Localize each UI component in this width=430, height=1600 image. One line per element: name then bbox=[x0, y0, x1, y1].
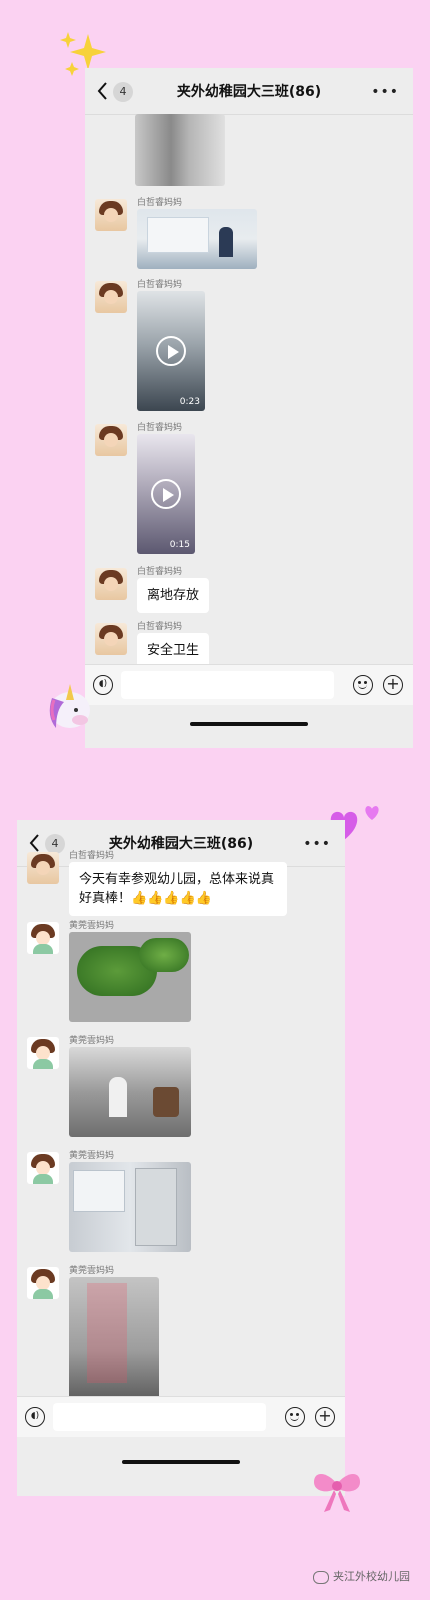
avatar[interactable] bbox=[27, 852, 59, 884]
home-indicator bbox=[122, 1460, 240, 1464]
avatar[interactable] bbox=[95, 424, 127, 456]
sender-name: 黄莞雲妈妈 bbox=[69, 921, 115, 931]
message-text-line: 好真棒！👍👍👍👍👍 bbox=[79, 891, 212, 906]
watermark-text: 夹江外校幼儿园 bbox=[333, 1570, 410, 1583]
sender-name: 黄莞雲妈妈 bbox=[69, 1266, 115, 1276]
voice-icon[interactable]: ◖) bbox=[25, 1407, 45, 1427]
chat-image[interactable] bbox=[137, 209, 257, 269]
avatar[interactable] bbox=[27, 1267, 59, 1299]
wechat-icon bbox=[313, 1570, 329, 1584]
emoji-icon[interactable] bbox=[285, 1407, 305, 1427]
avatar[interactable] bbox=[95, 199, 127, 231]
play-icon[interactable] bbox=[151, 479, 181, 509]
bow-icon bbox=[310, 1466, 364, 1520]
chat-image[interactable] bbox=[135, 114, 225, 186]
chat-image[interactable] bbox=[69, 1047, 191, 1137]
chat-video[interactable]: 0:23 bbox=[137, 291, 205, 411]
emoji-icon[interactable] bbox=[353, 675, 373, 695]
avatar[interactable] bbox=[95, 623, 127, 655]
play-icon[interactable] bbox=[156, 336, 186, 366]
sender-name: 白哲睿妈妈 bbox=[137, 423, 183, 433]
chat-image[interactable] bbox=[69, 1277, 159, 1399]
plus-icon[interactable]: + bbox=[315, 1407, 335, 1427]
more-icon[interactable]: ••• bbox=[371, 84, 399, 100]
message-bubble[interactable]: 离地存放 bbox=[137, 578, 210, 613]
sender-name: 白哲睿妈妈 bbox=[137, 622, 183, 632]
message-bubble[interactable]: 安全卫生 bbox=[137, 633, 210, 668]
sender-name: 白哲睿妈妈 bbox=[137, 567, 183, 577]
message-input[interactable] bbox=[53, 1403, 266, 1431]
avatar[interactable] bbox=[27, 1152, 59, 1184]
avatar[interactable] bbox=[27, 922, 59, 954]
home-indicator bbox=[190, 722, 308, 726]
avatar[interactable] bbox=[27, 1037, 59, 1069]
sender-name: 白哲睿妈妈 bbox=[137, 280, 183, 290]
chat-video[interactable]: 0:15 bbox=[137, 434, 195, 554]
avatar[interactable] bbox=[95, 568, 127, 600]
unicorn-icon bbox=[42, 680, 98, 736]
sender-name: 白哲睿妈妈 bbox=[69, 851, 115, 861]
chat-image[interactable] bbox=[69, 932, 191, 1022]
sender-name: 黄莞雲妈妈 bbox=[69, 1151, 115, 1161]
chat-window-1: 4 夹外幼稚园大三班(86) ••• 白哲睿妈妈 白哲睿妈妈 0:23 白哲睿妈… bbox=[85, 68, 413, 748]
input-bar: ◖) + bbox=[85, 664, 413, 705]
chat-title: 夹外幼稚园大三班(86) bbox=[108, 836, 254, 852]
message-input[interactable] bbox=[121, 671, 334, 699]
chat-header: 4 夹外幼稚园大三班(86) ••• bbox=[17, 820, 345, 867]
sender-name: 白哲睿妈妈 bbox=[137, 198, 183, 208]
video-duration: 0:15 bbox=[169, 540, 190, 550]
chat-title: 夹外幼稚园大三班(86) bbox=[176, 84, 322, 100]
input-bar: ◖) + bbox=[17, 1396, 345, 1437]
chat-header: 4 夹外幼稚园大三班(86) ••• bbox=[85, 68, 413, 115]
chat-window-2: 4 夹外幼稚园大三班(86) ••• 白哲睿妈妈 今天有幸参观幼儿园，总体来说真… bbox=[17, 820, 345, 1496]
avatar[interactable] bbox=[95, 281, 127, 313]
plus-icon[interactable]: + bbox=[383, 675, 403, 695]
message-text-line: 今天有幸参观幼儿园，总体来说真 bbox=[79, 872, 275, 887]
watermark: 夹江外校幼儿园 bbox=[313, 1568, 410, 1584]
chat-image[interactable] bbox=[69, 1162, 191, 1252]
video-duration: 0:23 bbox=[179, 397, 200, 407]
sender-name: 黄莞雲妈妈 bbox=[69, 1036, 115, 1046]
message-bubble[interactable]: 今天有幸参观幼儿园，总体来说真 好真棒！👍👍👍👍👍 bbox=[69, 862, 287, 916]
more-icon[interactable]: ••• bbox=[303, 836, 331, 852]
